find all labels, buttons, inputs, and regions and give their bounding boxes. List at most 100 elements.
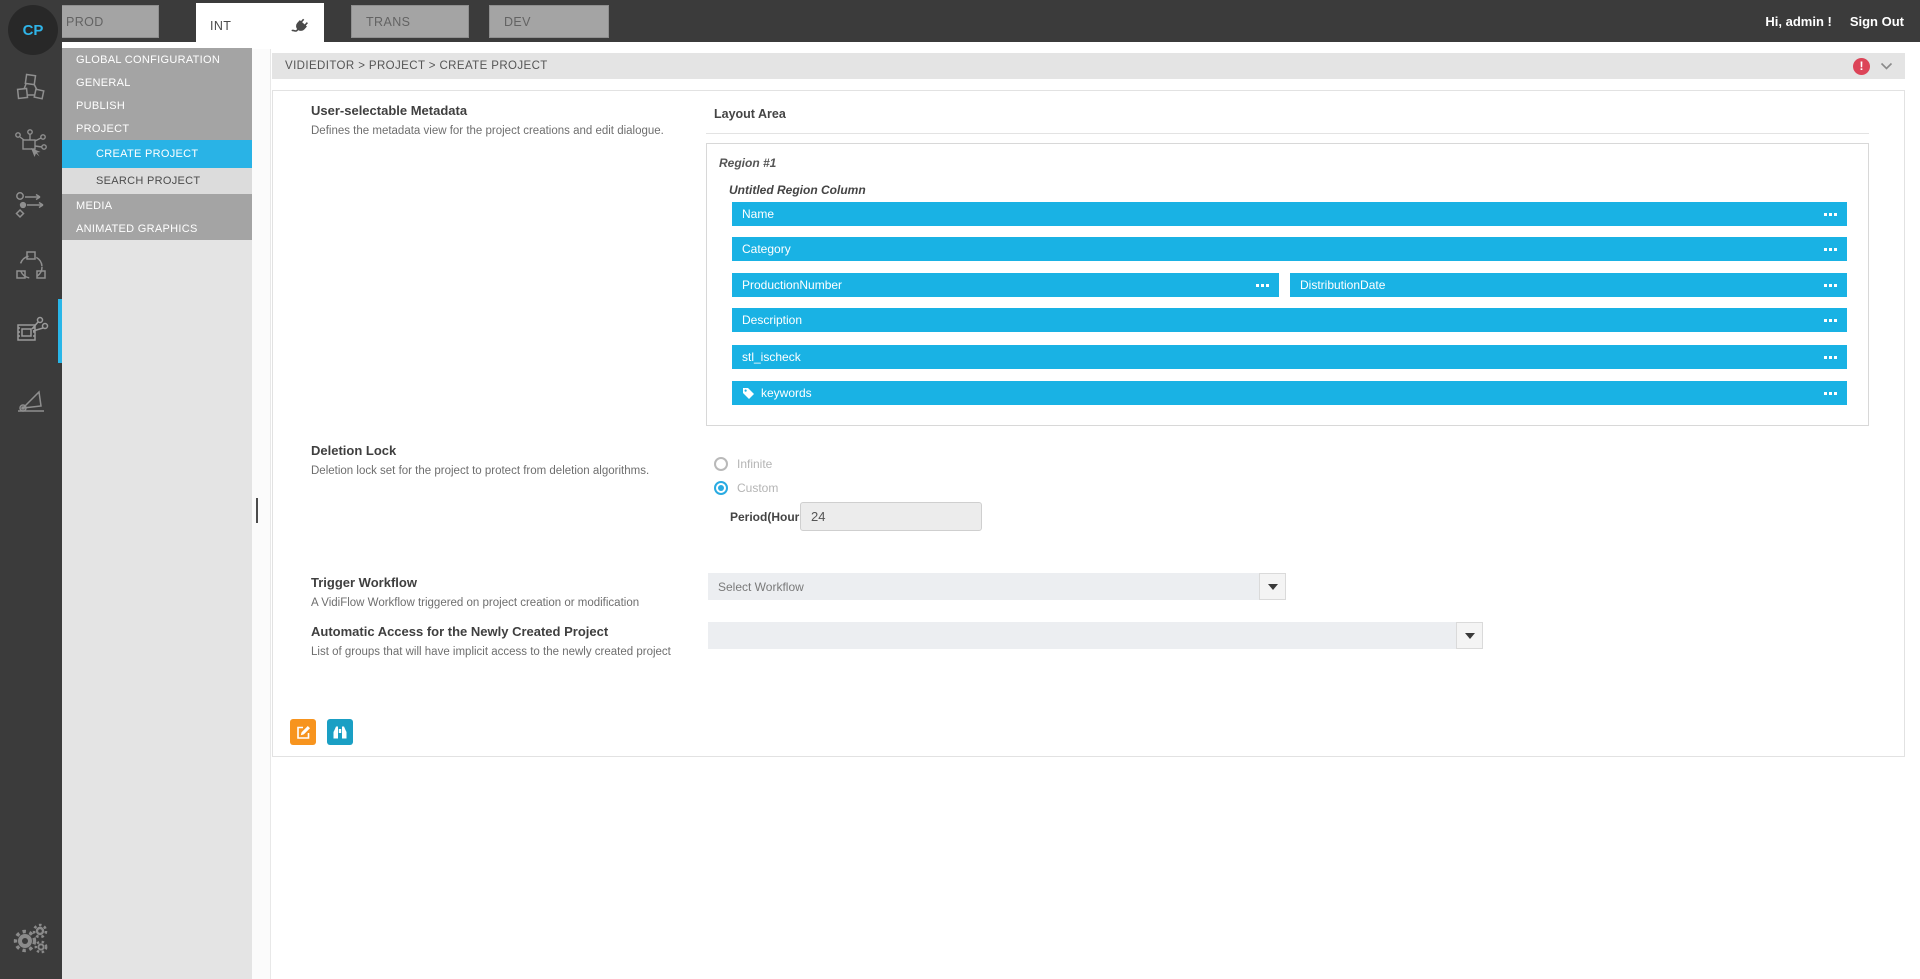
ellipsis-menu-icon[interactable] (1824, 248, 1837, 251)
settings-gears-icon[interactable] (0, 911, 62, 967)
video-editor-icon[interactable] (0, 303, 62, 359)
splitter-handle[interactable] (256, 498, 258, 523)
field-label: keywords (761, 386, 812, 400)
region-title: Region #1 (719, 156, 776, 170)
layout-area: Region #1 Untitled Region Column Name Ca… (706, 143, 1869, 426)
sidebar-item-create-project[interactable]: CREATE PROJECT (62, 140, 252, 168)
motion-graphics-icon[interactable] (0, 372, 62, 428)
metadata-section-title: User-selectable Metadata (311, 103, 467, 118)
field-label: ProductionNumber (742, 278, 842, 292)
edit-icon (296, 725, 311, 740)
workflow-select-value: Select Workflow (708, 580, 804, 594)
auto-access-description: List of groups that will have implicit a… (311, 646, 671, 658)
breadcrumb: VIDIEDITOR > PROJECT > CREATE PROJECT (285, 60, 548, 72)
config-portal-logo[interactable]: CP (8, 5, 58, 55)
sidebar-item-label: GLOBAL CONFIGURATION (76, 54, 220, 66)
auto-access-title: Automatic Access for the Newly Created P… (311, 624, 608, 639)
sign-out-link[interactable]: Sign Out (1850, 14, 1904, 29)
user-greeting: Hi, admin ! (1765, 14, 1831, 29)
sidebar-item-media[interactable]: MEDIA (62, 194, 252, 217)
deletion-lock-description: Deletion lock set for the project to pro… (311, 465, 649, 477)
content-divider (270, 42, 271, 979)
tab-int[interactable]: INT (196, 3, 324, 49)
sidebar-item-label: MEDIA (76, 200, 112, 212)
radio-custom[interactable]: Custom (714, 481, 778, 495)
tab-trans[interactable]: TRANS (351, 5, 469, 38)
sidebar-item-animated-graphics[interactable]: ANIMATED GRAPHICS (62, 217, 252, 240)
sidebar-item-global-configuration[interactable]: GLOBAL CONFIGURATION (62, 48, 252, 71)
sidebar-item-publish[interactable]: PUBLISH (62, 94, 252, 117)
ellipsis-menu-icon[interactable] (1256, 284, 1269, 287)
network-interaction-icon[interactable] (0, 118, 62, 174)
sidebar-nav: GLOBAL CONFIGURATION GENERAL PUBLISH PRO… (62, 48, 252, 240)
metadata-field-stl-ischeck[interactable]: stl_ischeck (732, 345, 1847, 369)
content-panel: User-selectable Metadata Defines the met… (272, 90, 1905, 757)
ellipsis-menu-icon[interactable] (1824, 284, 1837, 287)
radio-custom-label: Custom (737, 481, 778, 495)
tag-icon (742, 387, 755, 400)
ellipsis-menu-icon[interactable] (1824, 213, 1837, 216)
binoculars-icon (332, 725, 348, 740)
tab-label: DEV (504, 15, 531, 29)
metadata-field-distributiondate[interactable]: DistributionDate (1290, 273, 1847, 297)
auto-access-select[interactable] (708, 622, 1483, 649)
sidebar-item-search-project[interactable]: SEARCH PROJECT (62, 168, 252, 194)
top-bar: PROD INT TRANS DEV Hi, admin ! Sign Out (0, 0, 1920, 42)
sidebar-item-general[interactable]: GENERAL (62, 71, 252, 94)
metadata-field-category[interactable]: Category (732, 237, 1847, 261)
trigger-workflow-description: A VidiFlow Workflow triggered on project… (311, 597, 639, 609)
sidebar-item-label: SEARCH PROJECT (96, 175, 200, 187)
metadata-field-description[interactable]: Description (732, 308, 1847, 332)
ellipsis-menu-icon[interactable] (1824, 392, 1837, 395)
field-label: Name (742, 207, 774, 221)
deletion-lock-title: Deletion Lock (311, 443, 396, 458)
logo-text: CP (23, 22, 44, 39)
field-label: stl_ischeck (742, 350, 801, 364)
user-area: Hi, admin ! Sign Out (1765, 0, 1904, 42)
breadcrumb-bar: VIDIEDITOR > PROJECT > CREATE PROJECT ! (272, 53, 1905, 79)
period-hours-input[interactable] (800, 502, 982, 531)
region-column-title: Untitled Region Column (729, 183, 866, 197)
sidebar-gutter (252, 42, 270, 979)
dropdown-arrow-icon[interactable] (1456, 622, 1483, 649)
ellipsis-menu-icon[interactable] (1824, 356, 1837, 359)
tab-prod[interactable]: PROD (51, 5, 159, 38)
app-root: PROD INT TRANS DEV Hi, admin ! Sign Out (0, 0, 1920, 979)
sidebar-item-label: CREATE PROJECT (96, 148, 198, 160)
workflow-select[interactable]: Select Workflow (708, 573, 1286, 600)
radio-custom-circle[interactable] (714, 481, 728, 495)
metadata-field-productionnumber[interactable]: ProductionNumber (732, 273, 1279, 297)
sidebar-item-label: GENERAL (76, 77, 131, 89)
workflow-arrows-icon[interactable] (0, 177, 62, 233)
radio-infinite-circle[interactable] (714, 457, 728, 471)
ellipsis-menu-icon[interactable] (1824, 319, 1837, 322)
error-badge-icon[interactable]: ! (1853, 58, 1870, 75)
trigger-workflow-title: Trigger Workflow (311, 575, 417, 590)
sidebar-item-label: ANIMATED GRAPHICS (76, 223, 198, 235)
metadata-section-description: Defines the metadata view for the projec… (311, 125, 664, 137)
cycle-icon[interactable] (0, 238, 62, 294)
tab-label: INT (210, 19, 231, 33)
chevron-down-icon[interactable] (1880, 62, 1893, 71)
field-label: DistributionDate (1300, 278, 1385, 292)
radio-infinite[interactable]: Infinite (714, 457, 772, 471)
dropdown-arrow-icon[interactable] (1259, 573, 1286, 600)
radio-infinite-label: Infinite (737, 457, 772, 471)
layout-area-divider (706, 133, 1869, 134)
field-label: Description (742, 313, 802, 327)
field-label: Category (742, 242, 791, 256)
module-rail: CP (0, 0, 62, 979)
tab-label: PROD (66, 15, 104, 29)
metadata-field-keywords[interactable]: keywords (732, 381, 1847, 405)
preview-button[interactable] (327, 719, 353, 745)
metadata-field-name[interactable]: Name (732, 202, 1847, 226)
sidebar-item-label: PROJECT (76, 123, 129, 135)
edit-button[interactable] (290, 719, 316, 745)
tab-label: TRANS (366, 15, 410, 29)
plug-icon (291, 17, 310, 36)
sidebar-item-project[interactable]: PROJECT (62, 117, 252, 140)
tab-dev[interactable]: DEV (489, 5, 609, 38)
layout-area-label: Layout Area (714, 107, 786, 121)
building-blocks-icon[interactable] (0, 60, 62, 116)
period-hours-label: Period(Hours) (730, 510, 810, 524)
